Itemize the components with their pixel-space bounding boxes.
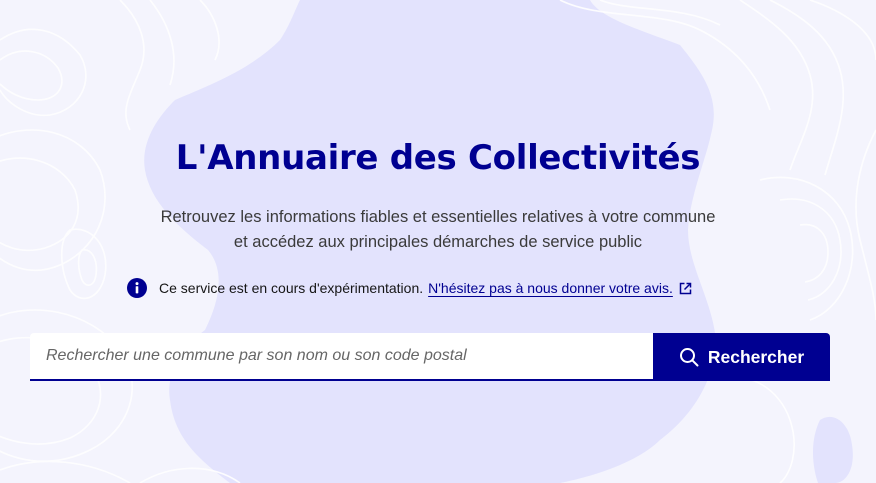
external-link-icon	[679, 282, 692, 295]
search-button-label: Rechercher	[707, 346, 805, 367]
subtitle-line-2: et accédez aux principales démarches de …	[233, 233, 643, 251]
notice-text: Ce service est en cours d'expérimentatio…	[159, 280, 424, 296]
hero-subtitle: Retrouvez les informations fiables et es…	[0, 205, 876, 255]
page-title: L'Annuaire des Collectivités	[175, 138, 701, 178]
search-button[interactable]: Rechercher	[653, 333, 830, 381]
hero-section: L'Annuaire des Collectivités Retrouvez l…	[0, 0, 876, 483]
commune-search-bar: Rechercher	[30, 333, 830, 381]
commune-search-input[interactable]	[30, 333, 653, 381]
feedback-link[interactable]: N'hésitez pas à nous donner votre avis.	[428, 280, 692, 296]
search-icon	[679, 347, 699, 367]
subtitle-line-1: Retrouvez les informations fiables et es…	[160, 208, 716, 226]
info-icon	[127, 278, 147, 298]
experimentation-notice: Ce service est en cours d'expérimentatio…	[127, 277, 692, 299]
feedback-link-label: N'hésitez pas à nous donner votre avis.	[428, 280, 673, 296]
